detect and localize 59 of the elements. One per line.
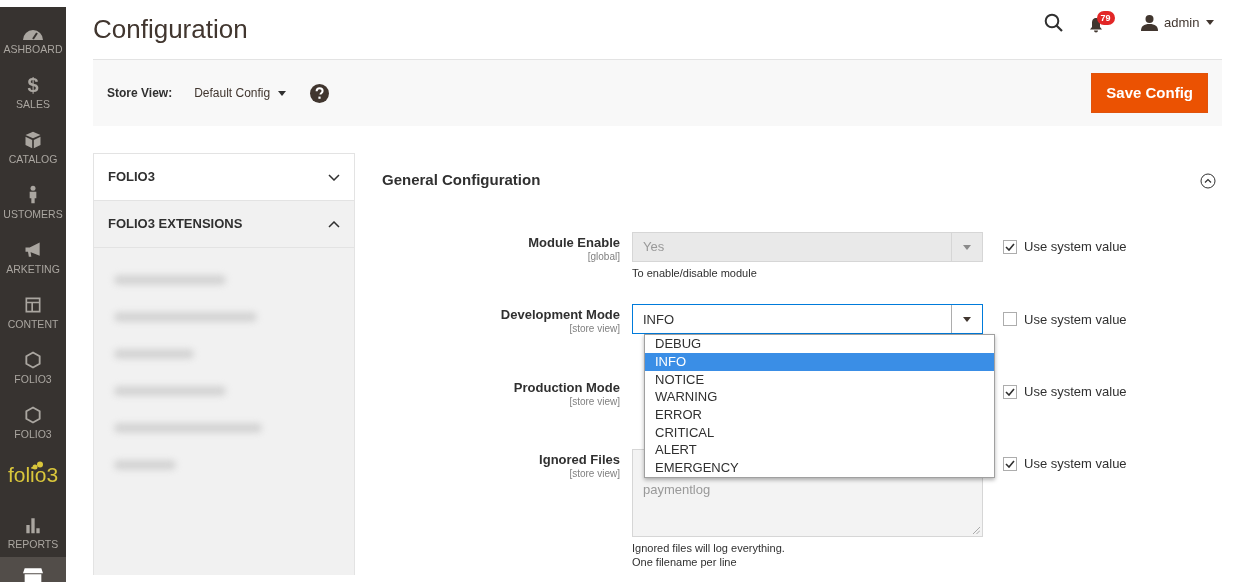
hexagon-icon	[23, 350, 43, 371]
caret-icon[interactable]	[278, 90, 287, 96]
checkbox-label: Use system value	[1024, 310, 1127, 329]
field-label: Ignored Files	[538, 453, 620, 469]
notification-count: 79	[1096, 10, 1115, 25]
nav-item[interactable]: FOLIO3	[0, 392, 66, 447]
field-label: Production Mode	[512, 380, 620, 396]
caret-icon[interactable]	[1206, 20, 1214, 25]
dollar-icon: $	[27, 75, 39, 96]
nav-item[interactable]: CONTENT	[0, 282, 66, 337]
nav-item[interactable]: CATALOG	[0, 117, 66, 172]
section-title[interactable]: General Configuration	[382, 169, 541, 192]
scope-label: [global]	[586, 250, 620, 263]
collapse-icon[interactable]	[1200, 173, 1216, 190]
bell-icon[interactable]	[1088, 16, 1103, 33]
checkbox-label: Use system value	[1024, 383, 1127, 401]
logo[interactable]: folio3	[7, 458, 59, 491]
dropdown-option[interactable]: CRITICAL	[645, 423, 994, 442]
nav-item[interactable]: ASHBOARD	[0, 7, 66, 62]
checkbox[interactable]	[1003, 384, 1017, 399]
store-view-label: Store View:	[107, 85, 173, 102]
nav-item[interactable]: USTOMERS	[0, 172, 66, 227]
nav-item[interactable]: REPORTS	[0, 502, 66, 557]
dropdown-arrow-icon[interactable]	[963, 316, 971, 322]
select-field[interactable]: INFO	[632, 304, 983, 335]
hexagon-icon	[23, 405, 43, 426]
chevron-icon	[328, 173, 340, 181]
nav-item[interactable]: FOLIO3	[0, 337, 66, 392]
config-tab[interactable]: FOLIO3 EXTENSIONS	[94, 201, 354, 248]
dropdown-option[interactable]: NOTICE	[645, 370, 994, 389]
scope-label: [store view]	[568, 395, 620, 408]
layout-icon	[23, 295, 43, 316]
nav-item[interactable]: $ SALES	[0, 62, 66, 117]
save-config-button[interactable]: Save Config	[1091, 72, 1208, 114]
store-view-switcher[interactable]: Default Config	[194, 84, 271, 102]
page-title: Configuration	[93, 13, 248, 46]
field-note: To enable/disable module	[632, 266, 758, 281]
dropdown-option[interactable]: ERROR	[645, 406, 994, 424]
store-icon	[23, 565, 43, 582]
field-label: Development Mode	[499, 308, 620, 324]
scope-label: [store view]	[568, 468, 620, 480]
chevron-icon	[328, 220, 340, 228]
user-icon	[1140, 14, 1158, 31]
box-icon	[23, 130, 43, 151]
help-icon[interactable]	[310, 83, 330, 103]
user-menu[interactable]: admin	[1164, 12, 1200, 33]
field-label: Module Enable	[527, 236, 620, 251]
dashboard-icon	[23, 30, 43, 41]
bar-chart-icon	[23, 515, 43, 536]
scope-label: [store view]	[568, 323, 620, 335]
config-tab[interactable]: FOLIO3	[94, 154, 354, 201]
search-icon[interactable]	[1043, 13, 1063, 32]
checkbox[interactable]	[1003, 312, 1017, 327]
nav-item[interactable]: ARKETING	[0, 227, 66, 282]
dropdown-option[interactable]: WARNING	[645, 388, 994, 407]
checkbox-label: Use system value	[1024, 455, 1127, 474]
field-note: Ignored files will log everything. One filename per line	[632, 541, 786, 570]
dropdown-option[interactable]: DEBUG	[645, 335, 994, 353]
checkbox-label: Use system value	[1024, 238, 1127, 257]
